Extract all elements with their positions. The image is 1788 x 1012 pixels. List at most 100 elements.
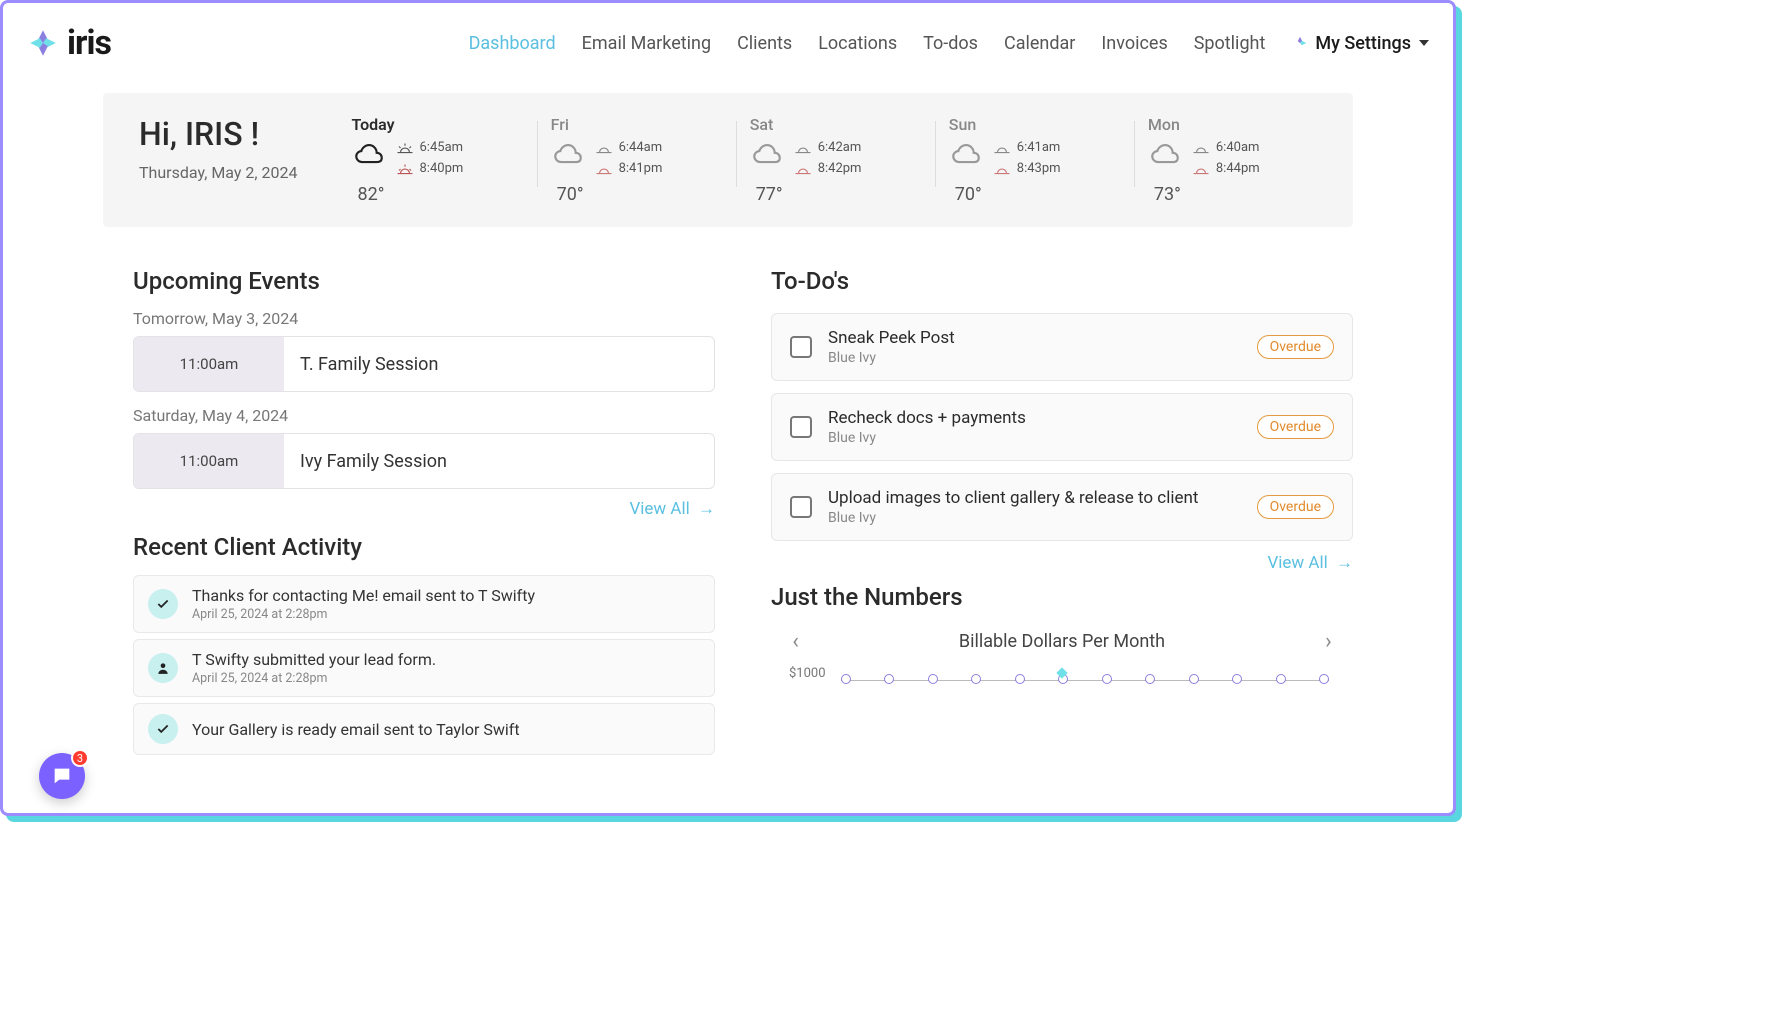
sunrise-icon <box>396 141 414 155</box>
chart-y-tick: $1000 <box>789 666 826 681</box>
todo-item[interactable]: Upload images to client gallery & releas… <box>771 473 1353 541</box>
todo-title: Recheck docs + payments <box>828 408 1241 428</box>
todos-view-all-link[interactable]: View All → <box>1267 553 1353 573</box>
todo-client: Blue Ivy <box>828 510 1241 526</box>
iris-logo-icon <box>27 27 59 59</box>
sunset-icon <box>993 162 1011 176</box>
todo-checkbox[interactable] <box>790 496 812 518</box>
event-group-date: Tomorrow, May 3, 2024 <box>133 309 715 328</box>
nav-spotlight[interactable]: Spotlight <box>1194 33 1266 54</box>
sunset-time: 8:43pm <box>1017 161 1061 176</box>
cloud-icon <box>750 140 784 174</box>
weather-temp: 77° <box>756 184 921 205</box>
primary-nav: Dashboard Email Marketing Clients Locati… <box>469 33 1429 54</box>
nav-invoices[interactable]: Invoices <box>1101 33 1167 54</box>
todo-client: Blue Ivy <box>828 430 1241 446</box>
chevron-right-icon[interactable]: › <box>1325 629 1332 654</box>
numbers-chart: $1000 <box>795 670 1329 700</box>
event-title: Ivy Family Session <box>284 434 714 488</box>
chart-point <box>884 674 894 684</box>
todo-item[interactable]: Recheck docs + payments Blue Ivy Overdue <box>771 393 1353 461</box>
activity-item[interactable]: Your Gallery is ready email sent to Tayl… <box>133 703 715 755</box>
events-view-all: View All → <box>133 499 715 519</box>
event-title: T. Family Session <box>284 337 714 391</box>
event-time: 11:00am <box>134 337 284 391</box>
view-all-label: View All <box>1267 553 1327 573</box>
iris-small-icon <box>1291 34 1309 52</box>
topbar: iris Dashboard Email Marketing Clients L… <box>3 3 1453 73</box>
sunrise-time: 6:42am <box>818 140 862 155</box>
sunrise-time: 6:41am <box>1017 140 1061 155</box>
weather-day-fri: Fri 6:44am 8:41pm 70° <box>537 115 736 205</box>
app-frame: iris Dashboard Email Marketing Clients L… <box>0 0 1456 816</box>
main-columns: Upcoming Events Tomorrow, May 3, 2024 11… <box>3 227 1453 755</box>
chart-point <box>1015 674 1025 684</box>
chart-points <box>841 674 1329 684</box>
chart-point <box>1189 674 1199 684</box>
sunrise-time: 6:44am <box>619 140 663 155</box>
event-card[interactable]: 11:00am Ivy Family Session <box>133 433 715 489</box>
numbers-carousel-header: ‹ Billable Dollars Per Month › <box>771 629 1353 654</box>
sunset-icon <box>396 162 414 176</box>
sunrise-icon <box>595 141 613 155</box>
todo-checkbox[interactable] <box>790 416 812 438</box>
cloud-icon <box>949 140 983 174</box>
right-column: To-Do's Sneak Peek Post Blue Ivy Overdue… <box>771 267 1353 755</box>
nav-calendar[interactable]: Calendar <box>1004 33 1075 54</box>
nav-locations[interactable]: Locations <box>818 33 897 54</box>
greeting-text: Hi, IRIS ! <box>139 115 298 153</box>
check-icon <box>148 589 178 619</box>
weather-day-label: Sun <box>949 115 1120 134</box>
activity-item[interactable]: T Swifty submitted your lead form. April… <box>133 639 715 697</box>
weather-day-label: Today <box>352 115 523 134</box>
sunset-icon <box>794 162 812 176</box>
sunset-icon <box>595 162 613 176</box>
hero-weather-panel: Hi, IRIS ! Thursday, May 2, 2024 Today 6… <box>103 93 1353 227</box>
activity-item[interactable]: Thanks for contacting Me! email sent to … <box>133 575 715 633</box>
sunrise-icon <box>993 141 1011 155</box>
chart-point <box>1145 674 1155 684</box>
cloud-icon <box>1148 140 1182 174</box>
events-view-all-link[interactable]: View All → <box>629 499 715 519</box>
chat-unread-badge: 3 <box>71 749 89 767</box>
check-icon <box>148 714 178 744</box>
sunrise-time: 6:40am <box>1216 140 1260 155</box>
chart-current-marker <box>1057 667 1068 678</box>
chart-point <box>1319 674 1329 684</box>
event-card[interactable]: 11:00am T. Family Session <box>133 336 715 392</box>
nav-todos[interactable]: To-dos <box>923 33 978 54</box>
todo-title: Upload images to client gallery & releas… <box>828 488 1241 508</box>
activity-text: Your Gallery is ready email sent to Tayl… <box>192 720 520 739</box>
nav-clients[interactable]: Clients <box>737 33 792 54</box>
sunset-time: 8:40pm <box>420 161 464 176</box>
brand-name: iris <box>67 23 111 63</box>
todo-title: Sneak Peek Post <box>828 328 1241 348</box>
todos-heading: To-Do's <box>771 267 1353 295</box>
weather-temp: 82° <box>358 184 523 205</box>
chat-launcher[interactable]: 3 <box>39 753 85 799</box>
activity-when: April 25, 2024 at 2:28pm <box>192 671 436 686</box>
activity-when: April 25, 2024 at 2:28pm <box>192 607 535 622</box>
nav-email-marketing[interactable]: Email Marketing <box>582 33 711 54</box>
activity-text: Thanks for contacting Me! email sent to … <box>192 586 535 605</box>
event-time: 11:00am <box>134 434 284 488</box>
weather-day-today: Today 6:45am 8:40pm 82° <box>338 115 537 205</box>
todo-client: Blue Ivy <box>828 350 1241 366</box>
sunrise-time: 6:45am <box>420 140 464 155</box>
chart-point <box>1232 674 1242 684</box>
sunrise-icon <box>794 141 812 155</box>
nav-dashboard[interactable]: Dashboard <box>469 33 556 54</box>
weather-day-sun: Sun 6:41am 8:43pm 70° <box>935 115 1134 205</box>
person-icon <box>148 653 178 683</box>
status-badge-overdue: Overdue <box>1257 495 1334 519</box>
todo-checkbox[interactable] <box>790 336 812 358</box>
status-badge-overdue: Overdue <box>1257 415 1334 439</box>
weather-day-mon: Mon 6:40am 8:44pm 73° <box>1134 115 1333 205</box>
chevron-left-icon[interactable]: ‹ <box>792 629 799 654</box>
brand-logo[interactable]: iris <box>27 23 111 63</box>
todo-item[interactable]: Sneak Peek Post Blue Ivy Overdue <box>771 313 1353 381</box>
nav-my-settings[interactable]: My Settings <box>1291 33 1429 54</box>
activity-heading: Recent Client Activity <box>133 533 715 561</box>
weather-temp: 70° <box>955 184 1120 205</box>
chart-point <box>928 674 938 684</box>
